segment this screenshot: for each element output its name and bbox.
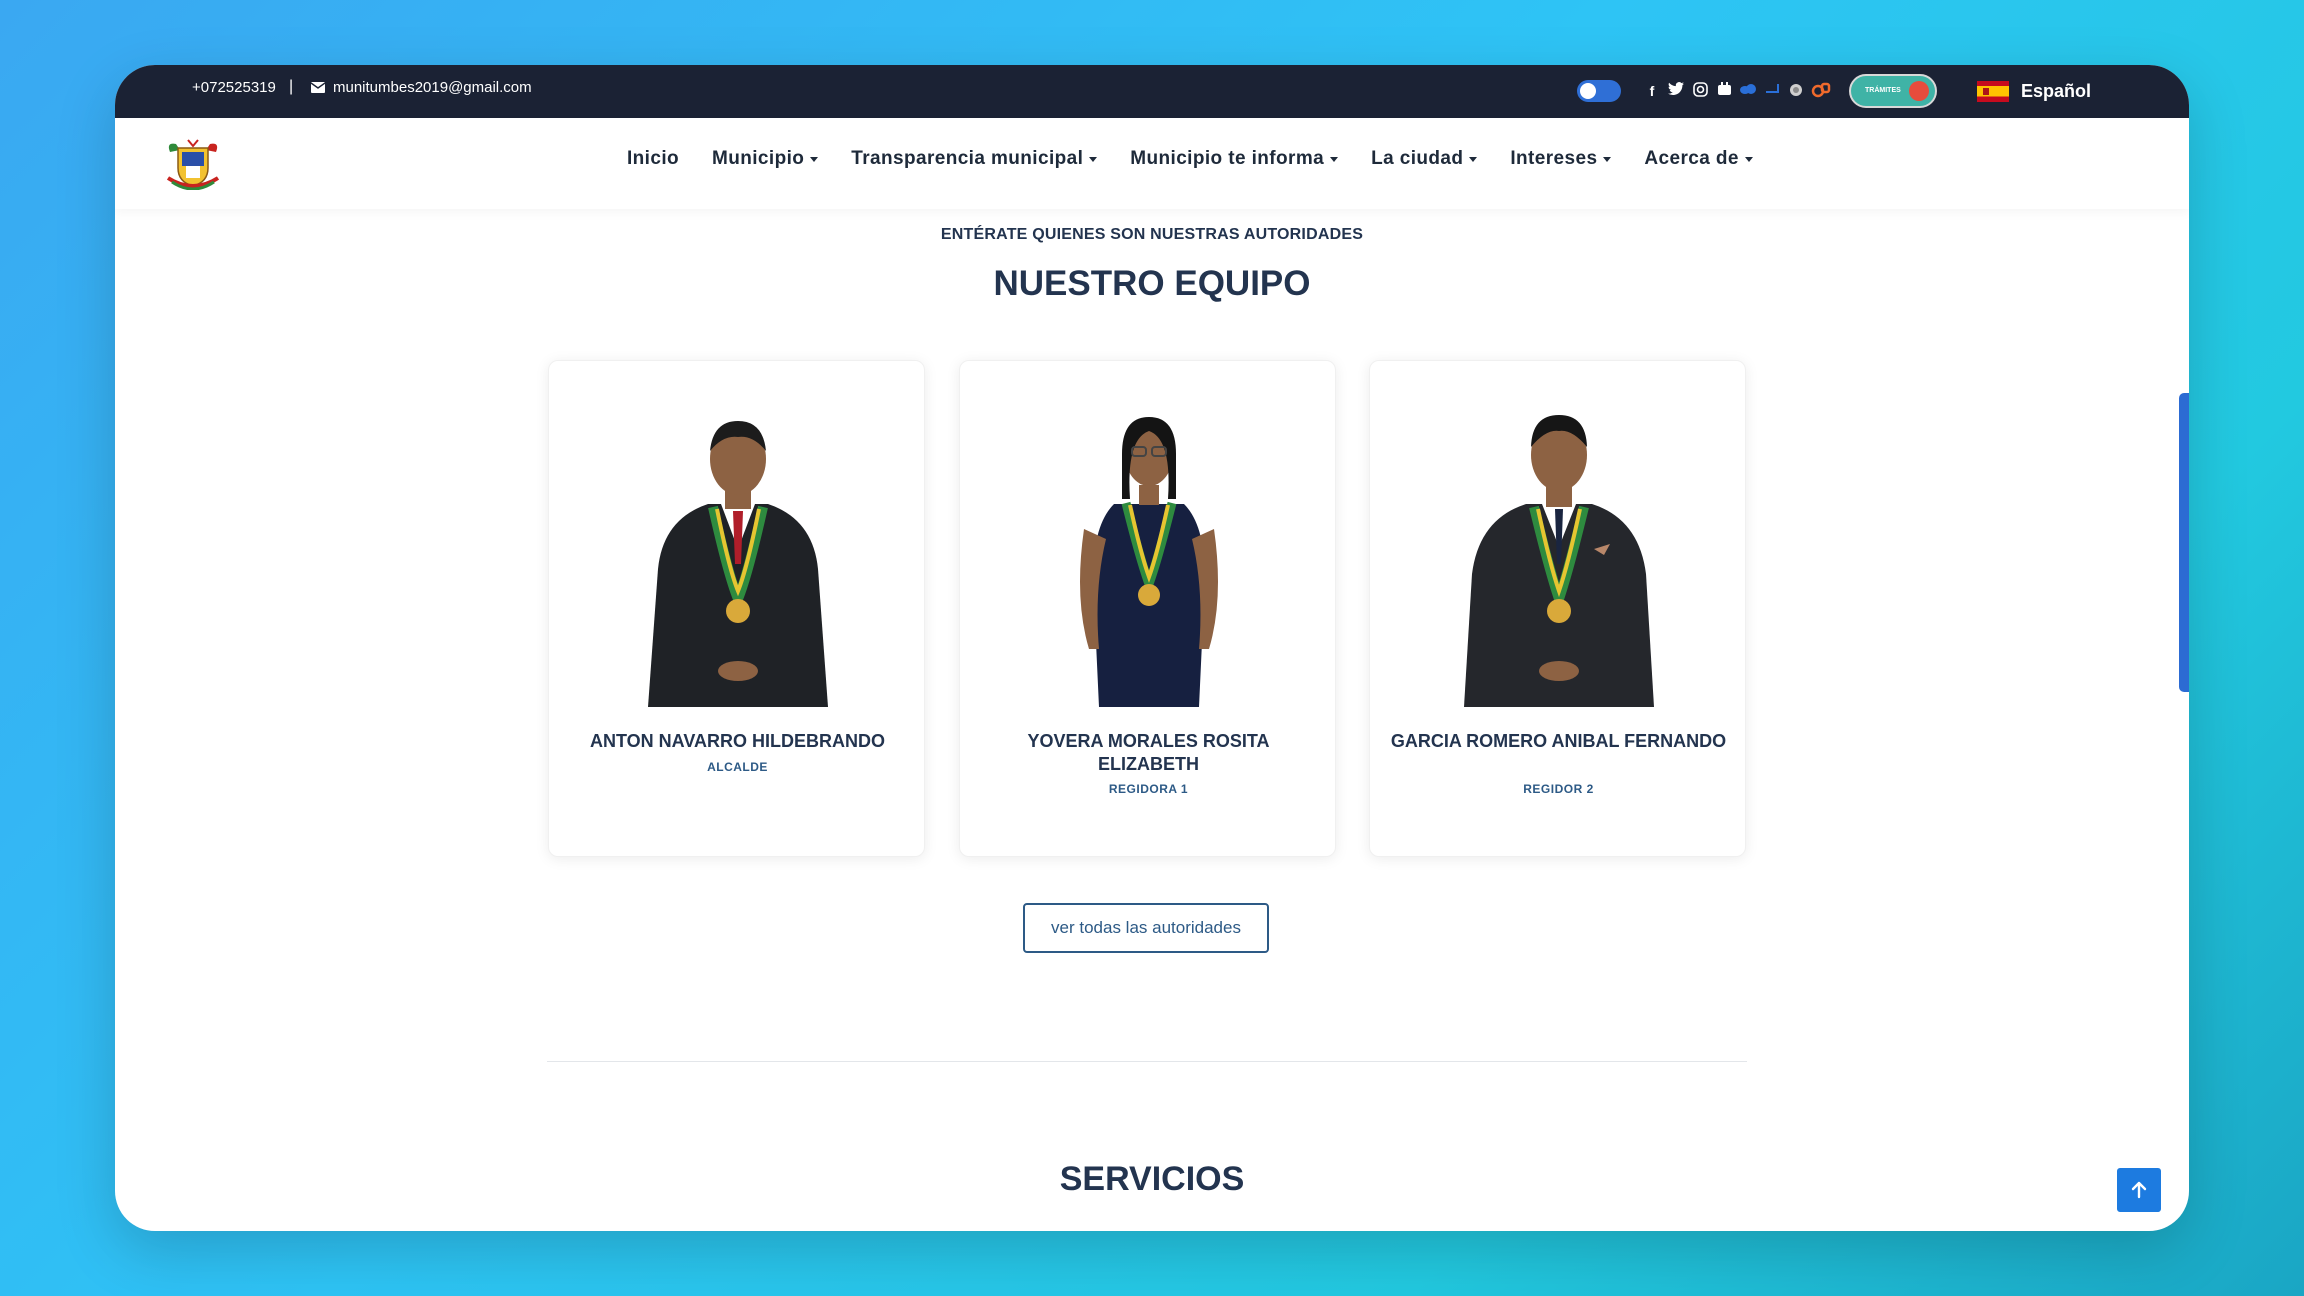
section-eyebrow: ENTÉRATE QUIENES SON NUESTRAS AUTORIDADE…: [940, 226, 1364, 243]
caret-down-icon: [1469, 156, 1478, 162]
nav-municipio-informa[interactable]: Municipio te informa: [1130, 148, 1339, 170]
caret-down-icon: [1330, 156, 1339, 162]
member-name: ANTON NAVARRO HILDEBRANDO: [590, 731, 885, 751]
main-menu: Inicio Municipio Transparencia municipal…: [627, 148, 1786, 170]
municipality-logo[interactable]: [162, 138, 224, 190]
language-selector[interactable]: Español: [1977, 78, 2091, 104]
section-title-team: NUESTRO EQUIPO: [993, 264, 1311, 303]
instagram-icon[interactable]: [1691, 82, 1709, 100]
member-role: REGIDORA 1: [1108, 782, 1189, 796]
nav-label: Municipio te informa: [1130, 148, 1325, 169]
section-title-services: SERVICIOS: [1059, 1160, 1245, 1198]
nav-la-ciudad[interactable]: La ciudad: [1371, 148, 1478, 170]
main-navbar: Inicio Municipio Transparencia municipal…: [115, 118, 2189, 209]
member-name: YOVERA MORALES ROSITA ELIZABETH: [1027, 731, 1270, 774]
toggle-knob: [1580, 83, 1596, 99]
member-photo: [1080, 417, 1218, 707]
member-name: GARCIA ROMERO ANIBAL FERNANDO: [1390, 731, 1727, 751]
caret-down-icon: [1603, 156, 1612, 162]
email-link[interactable]: munitumbes2019@gmail.com: [333, 79, 532, 96]
social-links: f: [1643, 77, 1831, 105]
scrollbar-thumb[interactable]: [2179, 393, 2189, 692]
spain-flag-icon: [1977, 80, 2009, 102]
scroll-to-top-button[interactable]: [2117, 1168, 2161, 1212]
caret-down-icon: [1089, 156, 1098, 162]
team-card[interactable]: ANTON NAVARRO HILDEBRANDO ALCALDE: [548, 360, 925, 857]
member-photo: [1464, 415, 1654, 707]
top-bar: +072525319 | munitumbes2019@gmail.com f: [115, 65, 2189, 118]
nav-label: Inicio: [627, 148, 680, 169]
link-icon[interactable]: [1763, 82, 1781, 100]
nav-intereses[interactable]: Intereses: [1510, 148, 1612, 170]
seal-icon[interactable]: [1787, 82, 1805, 100]
phone-number[interactable]: +072525319: [192, 79, 276, 96]
language-label: Español: [2021, 80, 2092, 101]
nav-label: Municipio: [712, 148, 805, 169]
nav-label: Intereses: [1510, 148, 1598, 169]
dark-mode-toggle[interactable]: [1577, 80, 1621, 102]
mail-icon: [311, 82, 325, 93]
nav-inicio[interactable]: Inicio: [627, 148, 679, 170]
youtube-icon[interactable]: [1715, 82, 1733, 100]
twitter-icon[interactable]: [1667, 82, 1685, 100]
view-all-authorities-button[interactable]: ver todas las autoridades: [1023, 903, 1269, 953]
caret-down-icon: [810, 156, 819, 162]
caret-down-icon: [1744, 156, 1753, 162]
nav-label: Transparencia municipal: [851, 148, 1084, 169]
arrow-up-icon: [2131, 1181, 2147, 1199]
cp-icon[interactable]: [1811, 82, 1831, 100]
nav-transparencia[interactable]: Transparencia municipal: [851, 148, 1098, 170]
browser-window: +072525319 | munitumbes2019@gmail.com f: [115, 65, 2189, 1231]
member-role: REGIDOR 2: [1523, 782, 1594, 796]
nav-label: Acerca de: [1644, 148, 1739, 169]
cloud-icon[interactable]: [1739, 82, 1757, 100]
document-icon: [1909, 81, 1929, 101]
tramites-label: TRÁMITES: [1865, 87, 1901, 94]
nav-acerca-de[interactable]: Acerca de: [1644, 148, 1753, 170]
nav-municipio[interactable]: Municipio: [712, 148, 819, 170]
tramites-button[interactable]: TRÁMITES: [1849, 74, 1937, 108]
facebook-icon[interactable]: f: [1643, 82, 1661, 100]
section-divider: [547, 1061, 1747, 1062]
member-photo: [648, 421, 828, 707]
member-role: ALCALDE: [707, 760, 768, 774]
team-card[interactable]: GARCIA ROMERO ANIBAL FERNANDO REGIDOR 2: [1369, 360, 1746, 857]
separator: |: [289, 78, 294, 95]
team-card[interactable]: YOVERA MORALES ROSITA ELIZABETH REGIDORA…: [959, 360, 1336, 857]
nav-label: La ciudad: [1371, 148, 1464, 169]
